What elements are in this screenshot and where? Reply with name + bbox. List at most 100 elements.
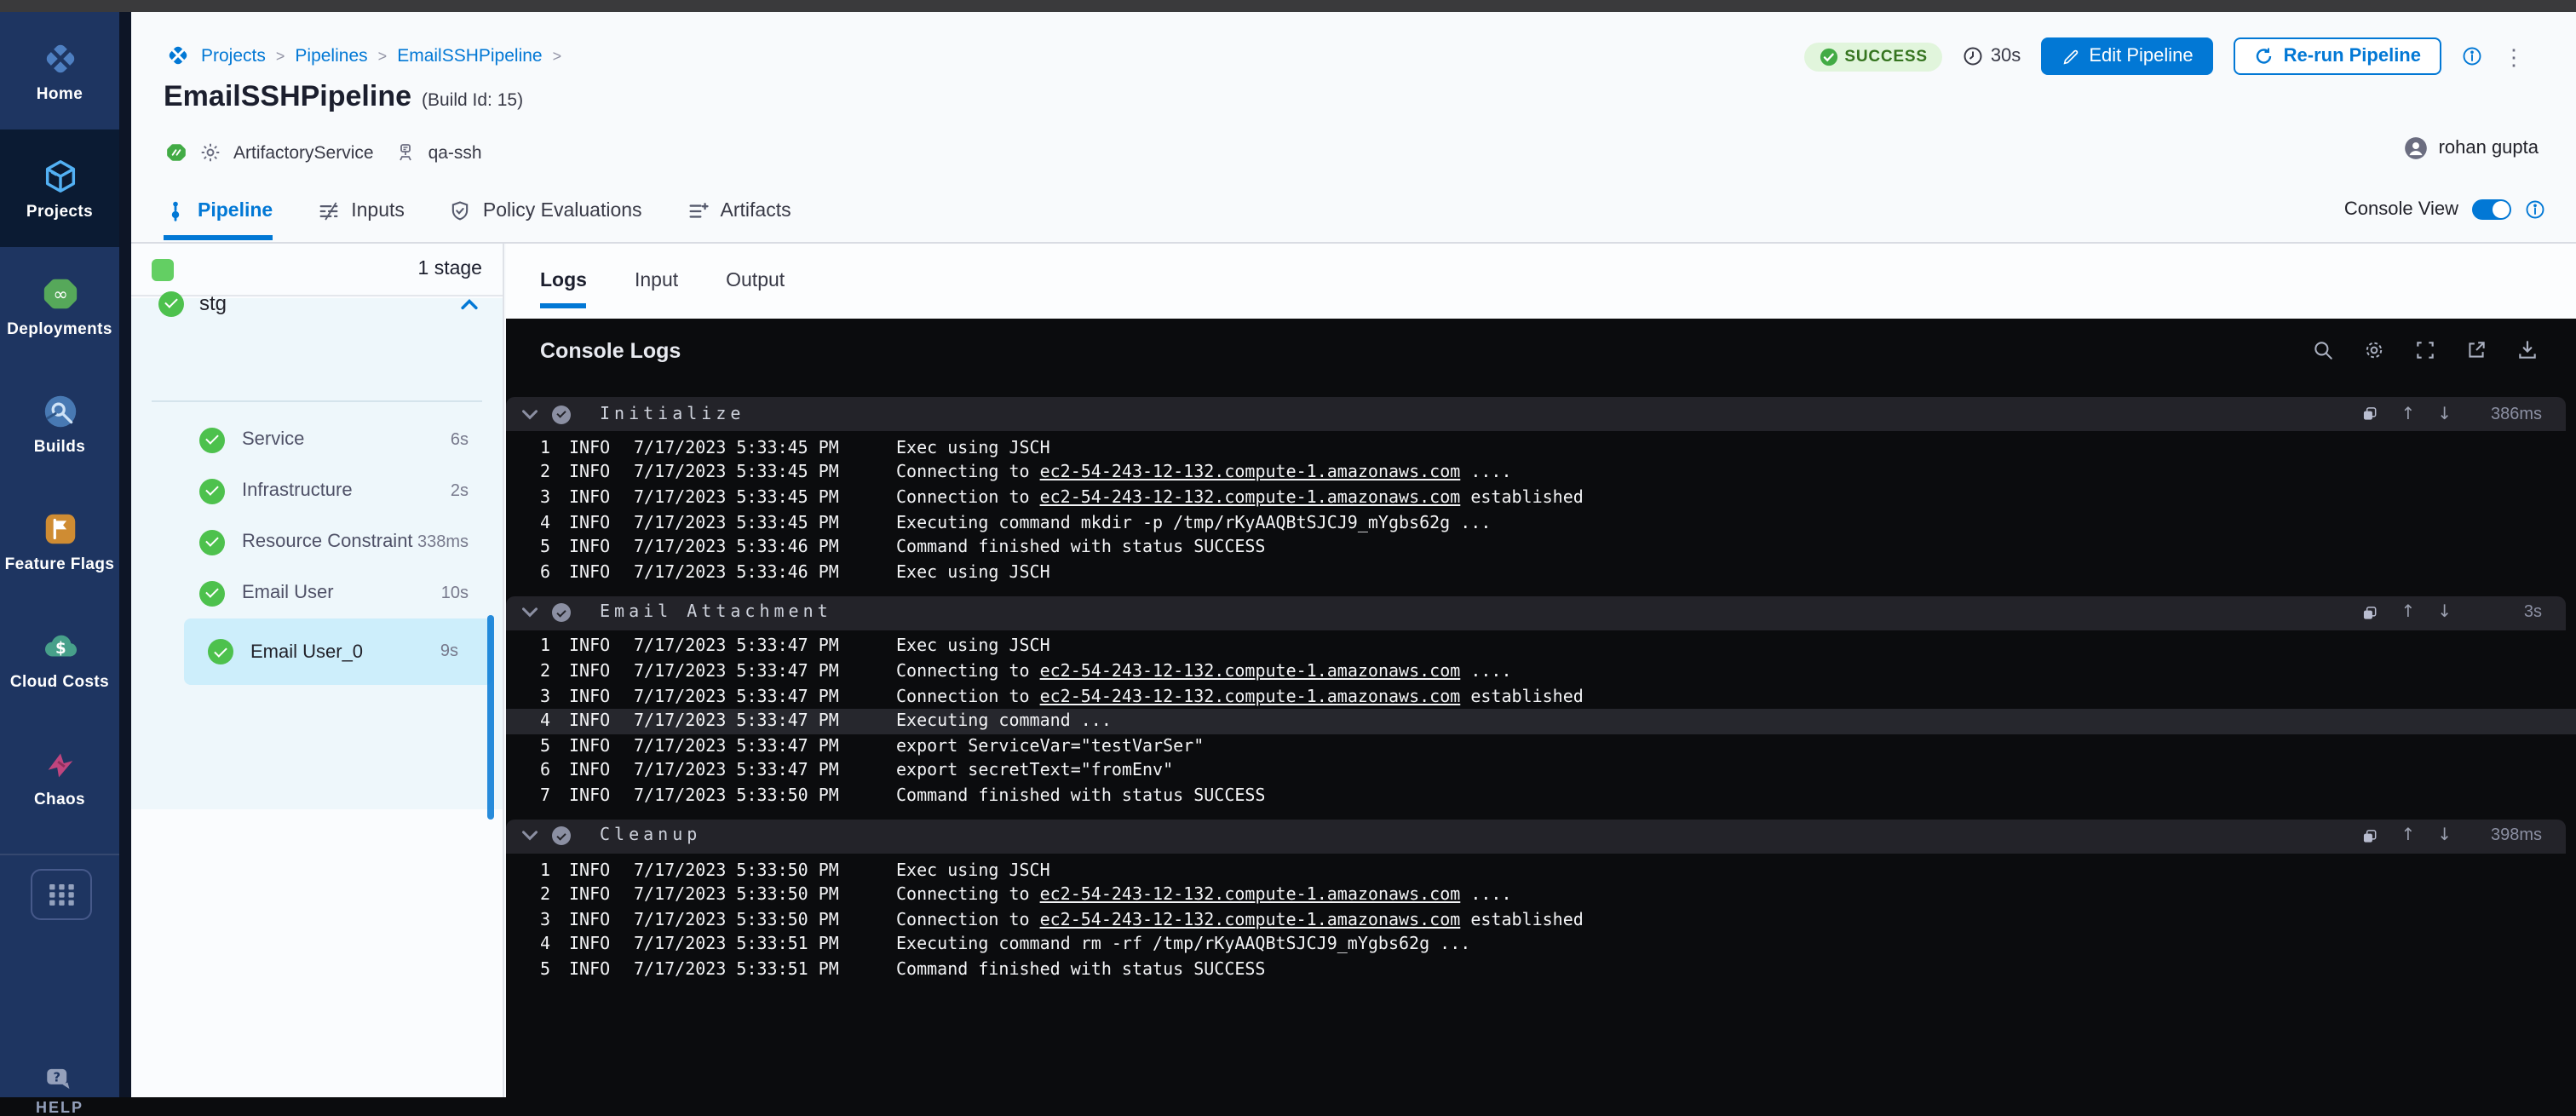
console-view-toggle[interactable] [2472,199,2511,220]
sidebar-item-deployments[interactable]: ∞ Deployments [0,247,119,365]
log-message: Connecting to ec2-54-243-12-132.compute-… [896,464,1512,483]
status-badge: SUCCESS [1803,42,1942,71]
tab-policy-evaluations[interactable]: Policy Evaluations [449,193,642,239]
step-resource-constraint[interactable]: Resource Constraint 338ms [131,516,503,567]
log-level: INFO [569,861,620,880]
apps-grid-button[interactable] [31,869,92,920]
download-icon[interactable] [2516,339,2539,361]
log-line: 5 INFO 7/17/2023 5:33:46 PMCommand finis… [506,536,2576,561]
arrow-down-icon[interactable]: ↓ [2437,603,2452,622]
sidebar-item-cloud-costs[interactable]: $ Cloud Costs [0,600,119,717]
arrow-down-icon[interactable]: ↓ [2437,405,2452,423]
open-in-new-icon[interactable] [2465,339,2487,361]
sidebar-item-builds[interactable]: Builds [0,365,119,482]
home-icon [40,38,79,78]
log-section-header-cleanup[interactable]: Cleanup ↑ ↓ 398ms [506,819,2566,853]
search-icon[interactable] [2312,339,2334,361]
breadcrumb-link-emailsshpipeline[interactable]: EmailSSHPipeline [397,45,542,66]
info-icon[interactable] [2462,46,2482,66]
log-section-duration: 3s [2474,603,2542,622]
console-logs-panel: Console Logs Initialize ↑ ↓ 386ms 1 INFO… [506,319,2576,1097]
log-host-link[interactable]: ec2-54-243-12-132.compute-1.amazonaws.co… [1040,886,1461,905]
help-button[interactable]: ? HELP [0,1065,119,1116]
gear-icon[interactable] [2363,339,2385,361]
copy-icon[interactable] [2361,406,2378,423]
copy-icon[interactable] [2361,604,2378,621]
side-nav-edge [119,12,131,1097]
log-host-link[interactable]: ec2-54-243-12-132.compute-1.amazonaws.co… [1040,911,1461,929]
sidebar-item-feature-flags[interactable]: Feature Flags [0,482,119,600]
step-email-user_0[interactable]: Email User_0 9s [184,618,492,685]
log-message: Command finished with status SUCCESS [896,961,1266,980]
log-host-link[interactable]: ec2-54-243-12-132.compute-1.amazonaws.co… [1040,464,1461,483]
log-timestamp: 7/17/2023 5:33:47 PM [634,712,852,731]
log-timestamp: 7/17/2023 5:33:51 PM [634,936,852,955]
rerun-pipeline-button[interactable]: Re-run Pipeline [2234,37,2441,75]
log-timestamp: 7/17/2023 5:33:47 PM [634,737,852,756]
arrow-up-icon[interactable]: ↑ [2401,826,2415,845]
sidebar-item-home[interactable]: Home [0,12,119,129]
log-timestamp: 7/17/2023 5:33:47 PM [634,638,852,657]
chevron-down-icon[interactable] [521,408,538,420]
edit-pipeline-button[interactable]: Edit Pipeline [2041,37,2213,75]
feature-flags-icon [40,509,79,548]
log-level: INFO [569,564,620,583]
fullscreen-icon[interactable] [2414,339,2436,361]
more-options-menu[interactable]: ⋮ [2503,52,2525,60]
tab-inputs[interactable]: Inputs [317,193,405,239]
success-check-icon [199,427,225,452]
log-host-link[interactable]: ec2-54-243-12-132.compute-1.amazonaws.co… [1040,489,1461,508]
log-level: INFO [569,687,620,706]
chevron-down-icon[interactable] [521,607,538,618]
log-tab-output[interactable]: Output [726,271,785,308]
log-level: INFO [569,961,620,980]
chevron-down-icon[interactable] [521,830,538,842]
user-chip[interactable]: rohan gupta [2405,136,2539,160]
copy-icon[interactable] [2361,827,2378,844]
log-line-number: 6 [506,564,550,583]
sidebar-item-label: Deployments [7,319,112,338]
step-duration: 10s [441,584,469,602]
log-line: 5 INFO 7/17/2023 5:33:47 PMexport Servic… [506,734,2576,759]
success-check-icon [199,580,225,606]
sidebar-item-chaos[interactable]: Chaos [0,717,119,835]
log-tab-input[interactable]: Input [635,271,678,308]
artifact-service-label: ArtifactoryService [233,142,374,163]
arrow-down-icon[interactable]: ↓ [2437,826,2452,845]
tab-pipeline[interactable]: Pipeline [164,193,273,239]
log-message: Exec using JSCH [896,564,1050,583]
info-icon[interactable] [2525,199,2545,220]
svg-text:∞: ∞ [52,282,67,303]
log-host-link[interactable]: ec2-54-243-12-132.compute-1.amazonaws.co… [1040,663,1461,682]
log-section-header-email-attachment[interactable]: Email Attachment ↑ ↓ 3s [506,595,2566,630]
log-level: INFO [569,787,620,806]
main-area: Projects>Pipelines>EmailSSHPipeline> Ema… [131,12,2576,1097]
panel-scrollbar-thumb[interactable] [487,615,494,820]
inputs-icon [317,198,341,222]
log-level: INFO [569,886,620,905]
sidebar-item-projects[interactable]: Projects [0,129,119,247]
breadcrumb-link-projects[interactable]: Projects [201,45,266,66]
log-timestamp: 7/17/2023 5:33:45 PM [634,514,852,532]
step-email-user[interactable]: Email User 10s [131,567,503,618]
log-level: INFO [569,663,620,682]
arrow-up-icon[interactable]: ↑ [2401,405,2415,423]
chevron-up-icon[interactable] [460,297,479,309]
breadcrumb-link-pipelines[interactable]: Pipelines [295,45,367,66]
log-line: 1 INFO 7/17/2023 5:33:45 PMExec using JS… [506,436,2576,461]
log-timestamp: 7/17/2023 5:33:46 PM [634,564,852,583]
tab-artifacts[interactable]: Artifacts [687,193,791,239]
log-host-link[interactable]: ec2-54-243-12-132.compute-1.amazonaws.co… [1040,687,1461,706]
log-message: Connecting to ec2-54-243-12-132.compute-… [896,663,1512,682]
log-level: INFO [569,762,620,781]
step-service[interactable]: Service 6s [131,414,503,465]
step-infrastructure[interactable]: Infrastructure 2s [131,465,503,516]
page-title: EmailSSHPipeline(Build Id: 15) [164,80,523,114]
log-timestamp: 7/17/2023 5:33:46 PM [634,538,852,557]
log-level: INFO [569,538,620,557]
log-section-header-initialize[interactable]: Initialize ↑ ↓ 386ms [506,397,2566,431]
arrow-up-icon[interactable]: ↑ [2401,603,2415,622]
stage-row-stg[interactable]: stg [131,281,503,325]
log-timestamp: 7/17/2023 5:33:47 PM [634,687,852,706]
log-tab-logs[interactable]: Logs [540,271,587,308]
